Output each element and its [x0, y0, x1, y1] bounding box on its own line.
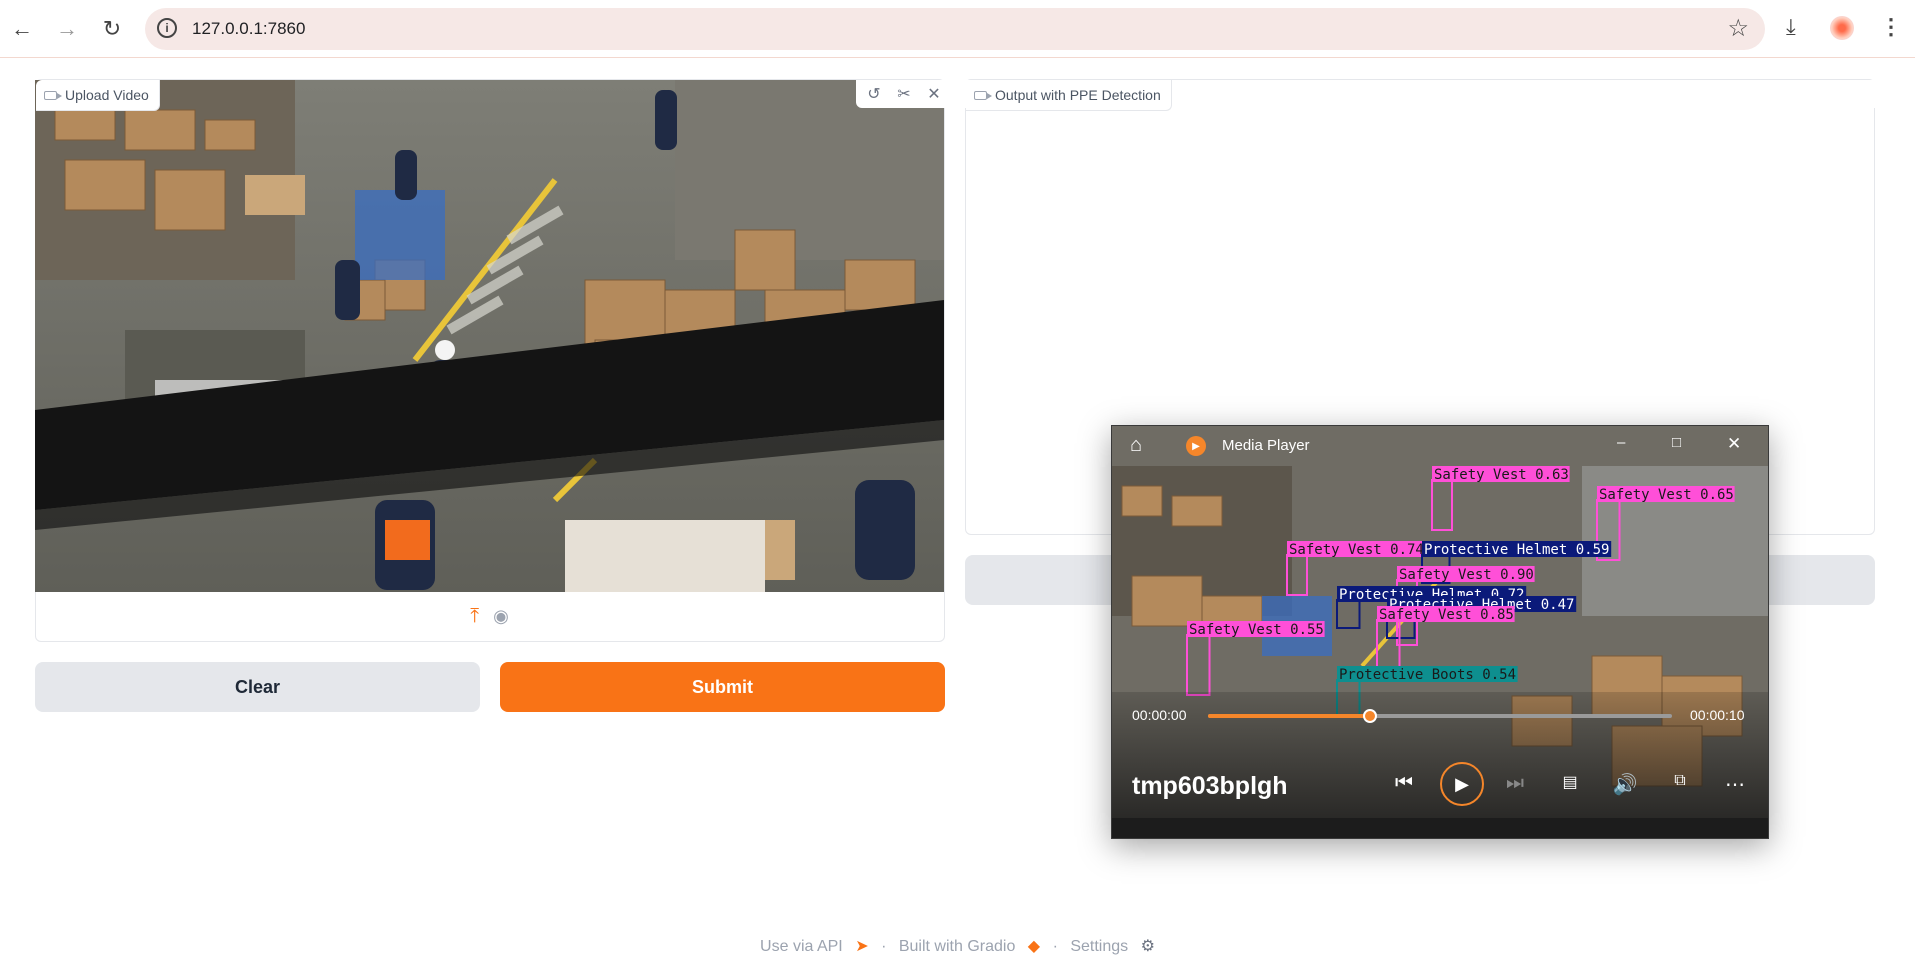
detection-label: Safety Vest 0.90 [1399, 567, 1534, 583]
footer: Use via API ➤ · Built with Gradio ◆ · Se… [0, 936, 1915, 956]
video-icon [44, 90, 62, 100]
gear-icon: ⚙ [1140, 938, 1155, 955]
gradio-logo-icon: ◆ [1027, 938, 1041, 955]
play-button[interactable]: ▶ [1440, 762, 1484, 806]
input-video-frame[interactable] [35, 80, 944, 592]
media-player-titlebar: ⌂ ▶ Media Player – □ ✕ [1112, 426, 1768, 466]
download-icon[interactable]: ⤓ [1786, 14, 1796, 40]
output-video-label-text: Output with PPE Detection [995, 87, 1161, 103]
close-icon[interactable]: ✕ [922, 84, 946, 104]
media-player-bottom-bar [1112, 818, 1768, 838]
profile-avatar[interactable] [1830, 16, 1854, 40]
current-time: 00:00:00 [1132, 707, 1187, 723]
footer-separator: · [1052, 938, 1058, 955]
input-video-label: Upload Video [36, 80, 160, 111]
play-icon: ▶ [1455, 773, 1469, 794]
input-video-label-text: Upload Video [65, 87, 149, 103]
settings-link[interactable]: Settings [1070, 938, 1128, 955]
detection-label: Safety Vest 0.85 [1379, 607, 1514, 623]
seek-progress [1208, 714, 1371, 718]
source-selector: ⤒ ◉ [35, 592, 944, 641]
media-player-window[interactable]: Safety Vest 0.63 Safety Vest 0.65 Safety V… [1111, 425, 1769, 839]
rocket-icon: ➤ [855, 938, 869, 955]
video-icon [974, 90, 992, 100]
menu-kebab-icon[interactable]: ⋮ [1880, 14, 1902, 40]
next-icon[interactable]: ⏭ [1500, 772, 1530, 795]
detection-label: Protective Helmet 0.59 [1424, 542, 1609, 558]
home-icon[interactable]: ⌂ [1130, 434, 1142, 457]
site-info-icon[interactable]: i [157, 18, 177, 38]
forward-icon[interactable]: → [50, 12, 84, 46]
detection-label: Safety Vest 0.55 [1189, 622, 1324, 638]
address-bar[interactable]: i 127.0.0.1:7860 ☆ [145, 8, 1765, 50]
miniplayer-icon[interactable]: ⧉ [1665, 772, 1695, 790]
undo-icon[interactable]: ↺ [862, 84, 886, 104]
use-via-api-link[interactable]: Use via API [760, 938, 843, 955]
total-time: 00:00:10 [1690, 707, 1745, 723]
media-player-logo-icon: ▶ [1186, 436, 1206, 456]
browser-toolbar: ← → ↻ i 127.0.0.1:7860 ☆ ⤓ ⋮ [0, 0, 1915, 58]
detection-label: Protective Boots 0.54 [1339, 667, 1516, 683]
reload-icon[interactable]: ↻ [95, 12, 129, 46]
detection-label: Safety Vest 0.65 [1599, 487, 1734, 503]
seek-thumb[interactable] [1363, 709, 1378, 723]
trim-scissors-icon[interactable]: ✂ [892, 84, 916, 104]
close-window-icon[interactable]: ✕ [1727, 434, 1741, 454]
upload-icon[interactable]: ⤒ [470, 605, 479, 628]
submit-button[interactable]: Submit [500, 662, 945, 712]
media-player-title: Media Player [1222, 437, 1310, 454]
clear-button[interactable]: Clear [35, 662, 480, 712]
warehouse-scene [35, 80, 944, 592]
previous-icon[interactable]: ⏮ [1389, 772, 1419, 795]
minimize-icon[interactable]: – [1617, 434, 1625, 451]
more-options-icon[interactable]: ⋯ [1720, 772, 1750, 797]
back-icon[interactable]: ← [5, 12, 39, 46]
media-file-name: tmp603bplgh [1132, 772, 1288, 800]
seek-bar[interactable] [1208, 709, 1672, 723]
output-video-label: Output with PPE Detection [966, 80, 1172, 111]
subtitles-icon[interactable]: ▤ [1555, 772, 1585, 792]
detection-label: Safety Vest 0.74 [1289, 542, 1424, 558]
url-text[interactable]: 127.0.0.1:7860 [192, 19, 305, 39]
maximize-icon[interactable]: □ [1672, 434, 1681, 451]
bookmark-star-icon[interactable]: ☆ [1727, 14, 1749, 43]
footer-separator: · [881, 938, 887, 955]
volume-icon[interactable]: 🔊 [1610, 772, 1640, 797]
media-player-controls: 00:00:00 00:00:10 tmp603bplgh ⏮ ▶ ⏭ ▤ 🔊 … [1112, 692, 1768, 838]
built-with-gradio-link[interactable]: Built with Gradio [899, 938, 1016, 955]
webcam-icon[interactable]: ◉ [493, 606, 509, 627]
detection-label: Safety Vest 0.63 [1434, 467, 1569, 483]
